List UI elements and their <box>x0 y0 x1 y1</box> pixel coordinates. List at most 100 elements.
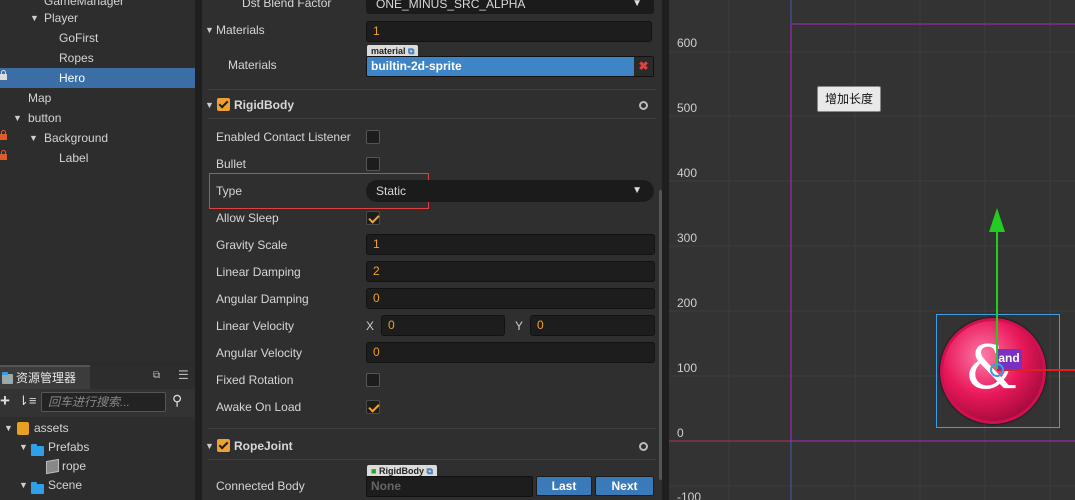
y-axis-tick: 500 <box>677 101 698 115</box>
menu-icon[interactable]: ☰ <box>178 368 189 382</box>
type-value: Static <box>376 184 407 198</box>
node-label: Ropes <box>59 51 94 65</box>
angular-velocity-field[interactable]: 0 <box>366 342 655 363</box>
hero-sprite[interactable]: & <box>940 318 1046 424</box>
materials-item-label: Materials <box>228 58 277 72</box>
node-label: Prefabs <box>48 440 90 454</box>
panel-splitter[interactable] <box>662 0 669 500</box>
y-axis-tick: -100 <box>677 490 702 500</box>
rigidbody-section-header[interactable]: ▼ RigidBody <box>202 93 662 117</box>
expand-arrow-icon[interactable]: ▼ <box>29 128 38 148</box>
prefab-icon <box>46 458 59 475</box>
tree-node-gofirst[interactable]: GoFirst <box>0 28 195 48</box>
node-label: Scene <box>48 478 83 492</box>
asset-node-rope[interactable]: rope <box>0 457 195 476</box>
linear-velocity-x-field[interactable]: 0 <box>381 315 505 336</box>
linear-damping-field[interactable]: 2 <box>366 261 655 282</box>
asset-node-prefabs[interactable]: ▼ Prefabs <box>0 438 195 457</box>
angular-velocity-label: Angular Velocity <box>216 346 303 360</box>
node-label: Map <box>28 91 52 105</box>
node-label: Label <box>59 151 89 165</box>
dst-blend-value: ONE_MINUS_SRC_ALPHA <box>376 0 526 11</box>
lock-icon[interactable] <box>0 150 7 161</box>
expand-arrow-icon[interactable]: ▼ <box>205 93 214 117</box>
sort-icon[interactable]: ⇂≡ <box>18 393 36 409</box>
enabled-contact-listener-checkbox[interactable] <box>366 130 380 144</box>
asset-node-assets[interactable]: ▼ assets <box>0 419 195 438</box>
tree-node-button[interactable]: ▼ button <box>0 108 195 128</box>
rigidbody-enabled-checkbox[interactable] <box>217 98 230 111</box>
panel-splitter[interactable] <box>195 0 202 500</box>
allow-sleep-label: Allow Sleep <box>216 211 279 225</box>
increase-length-button[interactable]: 增加长度 <box>817 86 881 112</box>
angular-damping-field[interactable]: 0 <box>366 288 655 309</box>
node-label: GoFirst <box>59 31 99 45</box>
chevron-down-icon: ▼ <box>632 185 642 196</box>
folder-icon <box>31 480 44 499</box>
x-label: X <box>366 319 375 333</box>
tree-node-map[interactable]: Map <box>0 88 195 108</box>
fixed-rotation-checkbox[interactable] <box>366 373 380 387</box>
bullet-checkbox[interactable] <box>366 157 380 171</box>
next-button[interactable]: Next <box>595 476 654 496</box>
expand-arrow-icon[interactable]: ▼ <box>13 108 22 128</box>
bullet-label: Bullet <box>216 157 247 171</box>
clear-icon[interactable]: ✖ <box>634 57 653 76</box>
maximize-icon[interactable]: ⧉ <box>153 370 160 381</box>
assets-db-icon <box>17 422 29 435</box>
hierarchy-panel: GameManager ▼ Player GoFirst Ropes Hero M… <box>0 0 195 362</box>
scene-view[interactable]: 600 500 400 300 200 100 0 -100 增加长度 & an… <box>669 0 1075 500</box>
assets-panel: 资源管理器 ⧉ ☰ + ⇂≡ 回车进行搜索... ⚲ ▼ assets ▼ Pr… <box>0 365 195 500</box>
search-input[interactable]: 回车进行搜索... <box>41 392 166 412</box>
y-label: Y <box>515 319 524 333</box>
y-axis-tick: 300 <box>677 231 698 245</box>
y-axis-tick: 100 <box>677 361 698 375</box>
assets-toolbar: + ⇂≡ 回车进行搜索... ⚲ <box>0 389 195 417</box>
material-asset-field[interactable]: builtin-2d-sprite ✖ <box>366 56 654 77</box>
y-axis-tick: 0 <box>677 426 684 440</box>
tree-node-player[interactable]: ▼ Player <box>0 8 195 28</box>
materials-count-field[interactable]: 1 <box>366 21 652 42</box>
last-button[interactable]: Last <box>536 476 592 496</box>
chevron-down-icon: ▼ <box>632 0 642 9</box>
gear-icon[interactable] <box>639 101 648 110</box>
lock-icon[interactable] <box>0 130 7 141</box>
expand-arrow-icon[interactable]: ▼ <box>4 419 13 438</box>
expand-arrow-icon[interactable]: ▼ <box>19 438 28 457</box>
type-select[interactable]: Static ▼ <box>366 180 654 202</box>
material-asset-value: builtin-2d-sprite <box>371 59 462 73</box>
tree-node-label[interactable]: Label <box>0 148 195 168</box>
rigidbody-title: RigidBody <box>234 98 294 112</box>
link-icon[interactable]: ⧉ <box>426 466 432 476</box>
ropejoint-section-header[interactable]: ▼ RopeJoint <box>202 434 662 458</box>
tab-assets[interactable]: 资源管理器 <box>0 365 90 389</box>
linear-velocity-y-field[interactable]: 0 <box>530 315 655 336</box>
y-axis-tick: 600 <box>677 36 698 50</box>
dst-blend-select[interactable]: ONE_MINUS_SRC_ALPHA ▼ <box>366 0 654 14</box>
tree-node-hero[interactable]: Hero <box>0 68 195 88</box>
tree-node-background[interactable]: ▼ Background <box>0 128 195 148</box>
expand-arrow-icon[interactable]: ▼ <box>205 25 214 35</box>
search-icon[interactable]: ⚲ <box>172 392 182 409</box>
expand-arrow-icon[interactable]: ▼ <box>19 476 28 495</box>
expand-arrow-icon[interactable]: ▼ <box>30 8 39 28</box>
add-icon[interactable]: + <box>0 391 10 411</box>
linear-damping-label: Linear Damping <box>216 265 301 279</box>
enabled-contact-listener-label: Enabled Contact Listener <box>216 130 351 144</box>
y-axis-tick: 400 <box>677 166 698 180</box>
tree-node-ropes[interactable]: Ropes <box>0 48 195 68</box>
gear-icon[interactable] <box>639 442 648 451</box>
linear-velocity-label: Linear Velocity <box>216 319 295 333</box>
asset-node-scene[interactable]: ▼ Scene <box>0 476 195 495</box>
node-label: assets <box>34 421 69 435</box>
link-icon[interactable]: ⧉ <box>408 46 414 56</box>
gravity-scale-field[interactable]: 1 <box>366 234 655 255</box>
ropejoint-enabled-checkbox[interactable] <box>217 439 230 452</box>
unlock-icon[interactable] <box>0 70 7 81</box>
connected-body-field[interactable]: None <box>366 476 533 497</box>
tab-label: 资源管理器 <box>16 371 77 385</box>
component-dot-icon: ■ <box>371 466 377 476</box>
allow-sleep-checkbox[interactable] <box>366 211 380 225</box>
awake-on-load-checkbox[interactable] <box>366 400 380 414</box>
expand-arrow-icon[interactable]: ▼ <box>205 434 214 458</box>
